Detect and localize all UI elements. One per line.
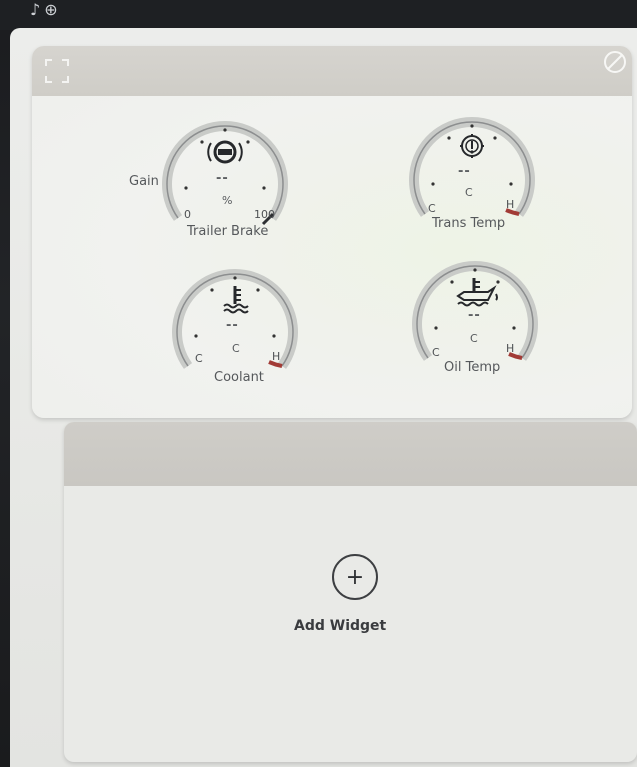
trans-temp-title: Trans Temp: [432, 216, 506, 231]
remove-icon[interactable]: [602, 49, 628, 75]
gauge-trans-temp[interactable]: [407, 102, 537, 232]
trailer-brake-min: 0: [184, 208, 191, 221]
oil-temp-min: C: [432, 346, 440, 359]
gauge-dial: [409, 117, 535, 217]
trans-temp-value: --: [458, 164, 471, 179]
add-widget-button[interactable]: +: [332, 554, 378, 600]
add-widget-label: Add Widget: [294, 618, 387, 634]
trailer-brake-icon: [207, 140, 243, 164]
trailer-brake-title: Trailer Brake: [187, 224, 269, 239]
coolant-temp-icon: [223, 286, 249, 314]
widget-header: [32, 46, 632, 96]
expand-icon[interactable]: [42, 56, 72, 86]
coolant-max: H: [272, 350, 281, 363]
plus-circle-icon: +: [345, 564, 365, 590]
trans-temp-max: H: [506, 198, 515, 211]
gauges-widget[interactable]: Gain -- % 0 100 Trailer Brake C -- C H T…: [32, 46, 632, 418]
gain-label: Gain: [129, 174, 159, 189]
trailer-brake-unit: %: [222, 194, 233, 207]
oil-temp-icon: [456, 278, 498, 307]
widget-header: [64, 422, 637, 486]
coolant-unit: C: [232, 342, 240, 355]
empty-widget[interactable]: + Add Widget: [64, 422, 637, 762]
coolant-value: --: [226, 318, 239, 333]
oil-temp-value: --: [468, 308, 481, 323]
trailer-brake-value: --: [216, 171, 229, 186]
status-icons: ♪⊕: [30, 0, 62, 19]
oil-temp-title: Oil Temp: [444, 360, 501, 375]
oil-temp-max: H: [506, 342, 515, 355]
trans-temp-unit: C: [465, 186, 473, 199]
trailer-brake-max: 100: [254, 208, 275, 221]
coolant-min: C: [195, 352, 203, 365]
transmission-temp-icon: [460, 134, 484, 158]
device-bezel: ♪⊕: [0, 0, 637, 30]
trans-temp-min: C: [428, 202, 436, 215]
coolant-title: Coolant: [214, 370, 264, 385]
oil-temp-unit: C: [470, 332, 478, 345]
